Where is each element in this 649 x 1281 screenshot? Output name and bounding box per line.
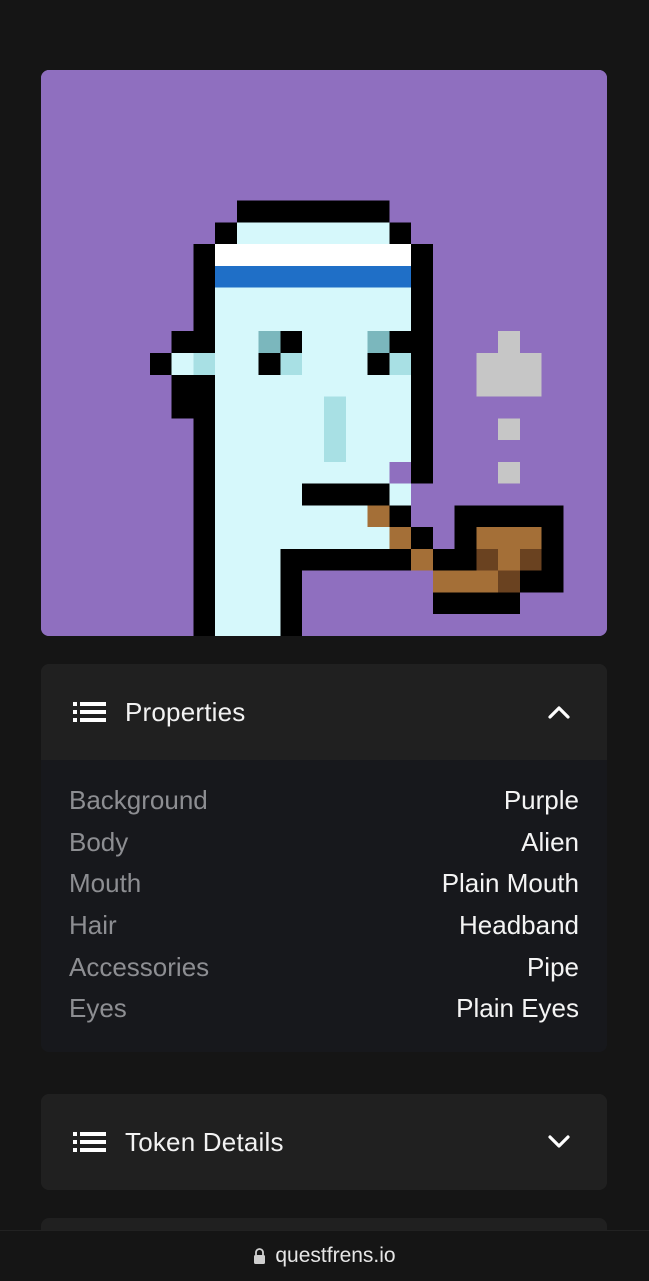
- properties-list: Background Purple Body Alien Mouth Plain…: [41, 760, 607, 1052]
- property-value: Plain Eyes: [456, 993, 579, 1024]
- properties-header[interactable]: Properties: [41, 664, 607, 760]
- token-details-panel: Token Details: [41, 1094, 607, 1190]
- list-icon: [73, 1132, 106, 1152]
- property-key: Mouth: [69, 868, 142, 899]
- property-row: Background Purple: [69, 780, 579, 822]
- property-value: Pipe: [526, 951, 579, 982]
- property-key: Accessories: [69, 951, 210, 982]
- pixel-art-punk: [41, 70, 607, 636]
- property-value: Plain Mouth: [441, 868, 579, 899]
- chevron-up-icon[interactable]: [547, 704, 571, 720]
- token-details-title: Token Details: [125, 1126, 284, 1157]
- property-row: Eyes Plain Eyes: [69, 988, 579, 1030]
- chevron-down-icon[interactable]: [547, 1134, 571, 1150]
- property-key: Background: [69, 785, 208, 816]
- property-row: Mouth Plain Mouth: [69, 863, 579, 905]
- property-key: Hair: [69, 910, 117, 941]
- property-value: Purple: [503, 785, 579, 816]
- browser-address-bar[interactable]: questfrens.io: [0, 1230, 649, 1281]
- list-icon: [73, 702, 106, 722]
- property-value: Alien: [521, 826, 579, 857]
- url-text: questfrens.io: [275, 1244, 396, 1267]
- property-key: Eyes: [69, 993, 127, 1024]
- property-row: Hair Headband: [69, 905, 579, 947]
- properties-title: Properties: [125, 696, 246, 727]
- property-value: Headband: [459, 910, 579, 941]
- lock-icon: [254, 1248, 266, 1264]
- nft-image: [41, 70, 607, 636]
- token-details-header[interactable]: Token Details: [41, 1094, 607, 1190]
- property-key: Body: [69, 826, 129, 857]
- property-row: Accessories Pipe: [69, 946, 579, 988]
- property-row: Body Alien: [69, 822, 579, 864]
- properties-panel: Properties Background Purple Body Alien …: [41, 664, 607, 1052]
